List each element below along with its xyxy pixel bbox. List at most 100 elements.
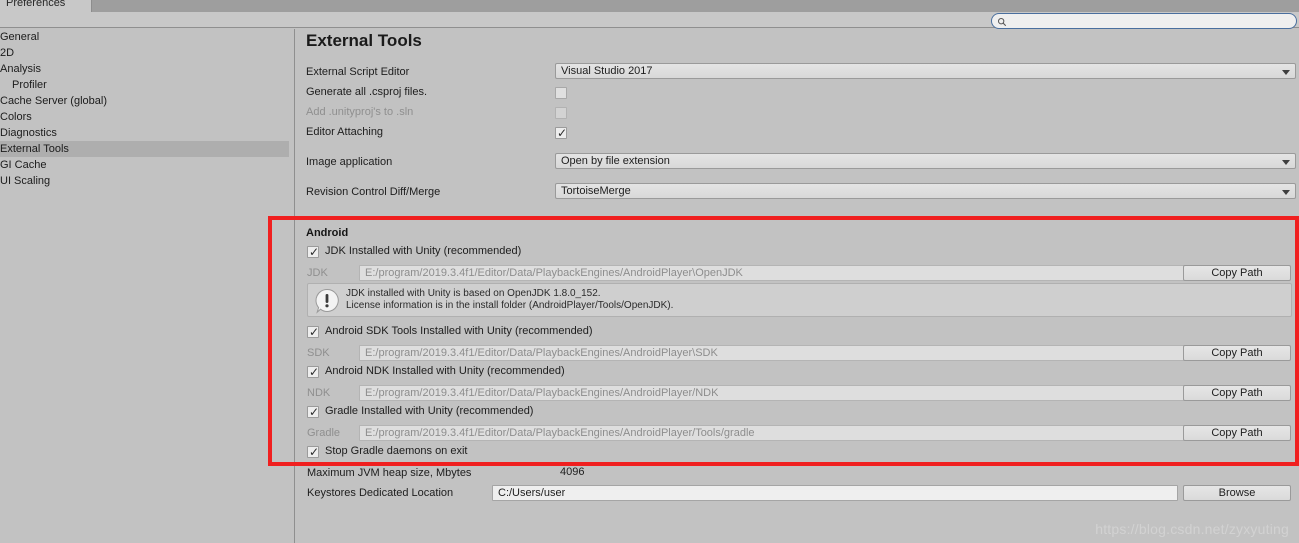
gradle-copy-path-button[interactable]: Copy Path xyxy=(1183,425,1291,441)
sidebar-item-label: Diagnostics xyxy=(0,127,57,139)
row-generate-csproj: Generate all .csproj files. xyxy=(296,83,1299,103)
jdk-path-field[interactable]: E:/program/2019.3.4f1/Editor/Data/Playba… xyxy=(359,265,1212,281)
sidebar-item-cache-server-global[interactable]: Cache Server (global) xyxy=(0,93,294,109)
row-sdk-path: SDK E:/program/2019.3.4f1/Editor/Data/Pl… xyxy=(296,344,1299,364)
sidebar-item-analysis[interactable]: Analysis xyxy=(0,61,294,77)
row-gradle-path: Gradle E:/program/2019.3.4f1/Editor/Data… xyxy=(296,424,1299,444)
check-icon: ✓ xyxy=(309,365,320,379)
sidebar-item-2d[interactable]: 2D xyxy=(0,45,294,61)
row-ndk-checkbox: ✓ Android NDK Installed with Unity (reco… xyxy=(296,364,1299,384)
search-icon xyxy=(997,17,1007,27)
row-sdk-checkbox: ✓ Android SDK Tools Installed with Unity… xyxy=(296,324,1299,344)
jvm-heap-field[interactable]: 4096 xyxy=(555,465,1296,481)
row-revision-control: Revision Control Diff/Merge TortoiseMerg… xyxy=(296,183,1299,203)
check-icon: ✓ xyxy=(309,445,320,459)
jdk-installed-label: JDK Installed with Unity (recommended) xyxy=(325,245,522,257)
sidebar-item-colors[interactable]: Colors xyxy=(0,109,294,125)
jvm-heap-value: 4096 xyxy=(560,466,585,478)
settings-sidebar: General 2D Analysis Profiler Cache Server (g… xyxy=(0,29,295,543)
gradle-installed-label: Gradle Installed with Unity (recommended… xyxy=(325,405,534,417)
tab-preferences[interactable]: Preferences xyxy=(0,0,92,12)
sidebar-item-label: UI Scaling xyxy=(0,175,51,187)
warning-icon xyxy=(315,288,339,314)
sidebar-item-label: Colors xyxy=(0,111,32,123)
external-tools-pane: External Tools External Script Editor Vi… xyxy=(296,29,1299,543)
sidebar-item-label: Analysis xyxy=(0,63,41,75)
sidebar-item-label: Cache Server (global) xyxy=(0,95,107,107)
sidebar-item-external-tools[interactable]: External Tools xyxy=(0,141,294,157)
keystores-browse-button[interactable]: Browse xyxy=(1183,485,1291,501)
check-icon: ✓ xyxy=(309,245,320,259)
check-icon: ✓ xyxy=(309,405,320,419)
row-ndk-path: NDK E:/program/2019.3.4f1/Editor/Data/Pl… xyxy=(296,384,1299,404)
sidebar-item-gi-cache[interactable]: GI Cache xyxy=(0,157,294,173)
search-input[interactable] xyxy=(1010,14,1290,28)
stop-gradle-daemons-checkbox[interactable]: ✓ xyxy=(307,446,319,458)
revision-control-dropdown[interactable]: TortoiseMerge xyxy=(555,183,1296,199)
chevron-down-icon xyxy=(1282,70,1290,75)
jvm-heap-label: Maximum JVM heap size, Mbytes xyxy=(307,467,472,479)
tab-strip: Preferences xyxy=(0,0,1299,12)
sidebar-item-ui-scaling[interactable]: UI Scaling xyxy=(0,173,294,189)
ndk-field-label: NDK xyxy=(307,387,331,399)
image-application-dropdown[interactable]: Open by file extension xyxy=(555,153,1296,169)
sidebar-item-general[interactable]: General xyxy=(0,29,294,45)
sdk-field-label: SDK xyxy=(307,347,330,359)
row-image-application: Image application Open by file extension xyxy=(296,153,1299,173)
sidebar-item-label: Profiler xyxy=(12,79,47,91)
tab-preferences-label: Preferences xyxy=(6,0,66,9)
jdk-installed-checkbox[interactable]: ✓ xyxy=(307,246,319,258)
ndk-copy-path-button[interactable]: Copy Path xyxy=(1183,385,1291,401)
ndk-installed-label: Android NDK Installed with Unity (recomm… xyxy=(325,365,565,377)
ndk-path-field[interactable]: E:/program/2019.3.4f1/Editor/Data/Playba… xyxy=(359,385,1212,401)
ndk-installed-checkbox[interactable]: ✓ xyxy=(307,366,319,378)
check-icon: ✓ xyxy=(557,126,568,140)
chevron-down-icon xyxy=(1282,160,1290,165)
sidebar-item-diagnostics[interactable]: Diagnostics xyxy=(0,125,294,141)
sdk-installed-label: Android SDK Tools Installed with Unity (… xyxy=(325,325,593,337)
sidebar-scrollbar[interactable] xyxy=(289,29,294,543)
stop-gradle-daemons-label: Stop Gradle daemons on exit xyxy=(325,445,468,457)
sidebar-item-label: 2D xyxy=(0,47,15,59)
row-keystores: Keystores Dedicated Location C:/Users/us… xyxy=(296,484,1299,504)
sidebar-item-profiler[interactable]: Profiler xyxy=(0,77,294,93)
jdk-path-value: E:/program/2019.3.4f1/Editor/Data/Playba… xyxy=(365,267,743,279)
keystores-path-field[interactable]: C:/Users/user xyxy=(492,485,1178,501)
page-title: External Tools xyxy=(306,31,422,50)
jdk-copy-path-button[interactable]: Copy Path xyxy=(1183,265,1291,281)
keystores-path-value: C:/Users/user xyxy=(498,487,566,499)
jdk-help-box: JDK installed with Unity is based on Ope… xyxy=(307,283,1292,317)
sdk-copy-path-button[interactable]: Copy Path xyxy=(1183,345,1291,361)
jdk-field-label: JDK xyxy=(307,267,328,279)
external-script-editor-value: Visual Studio 2017 xyxy=(561,65,653,77)
editor-attaching-label: Editor Attaching xyxy=(306,126,384,138)
generate-csproj-checkbox[interactable] xyxy=(555,87,567,99)
sidebar-item-label: General xyxy=(0,31,40,43)
external-script-editor-dropdown[interactable]: Visual Studio 2017 xyxy=(555,63,1296,79)
row-external-script-editor: External Script Editor Visual Studio 201… xyxy=(296,63,1299,83)
row-add-unityproj: Add .unityproj's to .sln xyxy=(296,103,1299,123)
watermark: https://blog.csdn.net/zyxyuting xyxy=(1095,521,1289,537)
editor-attaching-checkbox[interactable]: ✓ xyxy=(555,127,567,139)
check-icon: ✓ xyxy=(309,325,320,339)
keystores-label: Keystores Dedicated Location xyxy=(307,487,454,499)
revision-control-value: TortoiseMerge xyxy=(561,185,631,197)
preferences-window: Preferences General 2D Analysis Profiler Cac… xyxy=(0,0,1299,543)
search-box[interactable] xyxy=(991,13,1297,29)
toolbar xyxy=(0,12,1299,29)
gradle-installed-checkbox[interactable]: ✓ xyxy=(307,406,319,418)
sidebar-item-label: External Tools xyxy=(0,143,69,155)
sdk-installed-checkbox[interactable]: ✓ xyxy=(307,326,319,338)
image-application-label: Image application xyxy=(306,156,393,168)
sdk-path-field[interactable]: E:/program/2019.3.4f1/Editor/Data/Playba… xyxy=(359,345,1212,361)
row-jdk-checkbox: ✓ JDK Installed with Unity (recommended) xyxy=(296,244,1299,264)
android-section-heading: Android xyxy=(306,227,349,239)
row-editor-attaching: Editor Attaching ✓ xyxy=(296,123,1299,143)
gradle-path-value: E:/program/2019.3.4f1/Editor/Data/Playba… xyxy=(365,427,755,439)
chevron-down-icon xyxy=(1282,190,1290,195)
row-stop-gradle: ✓ Stop Gradle daemons on exit xyxy=(296,444,1299,464)
sidebar-item-label: GI Cache xyxy=(0,159,47,171)
generate-csproj-label: Generate all .csproj files. xyxy=(306,86,428,98)
gradle-path-field[interactable]: E:/program/2019.3.4f1/Editor/Data/Playba… xyxy=(359,425,1212,441)
ndk-path-value: E:/program/2019.3.4f1/Editor/Data/Playba… xyxy=(365,387,719,399)
